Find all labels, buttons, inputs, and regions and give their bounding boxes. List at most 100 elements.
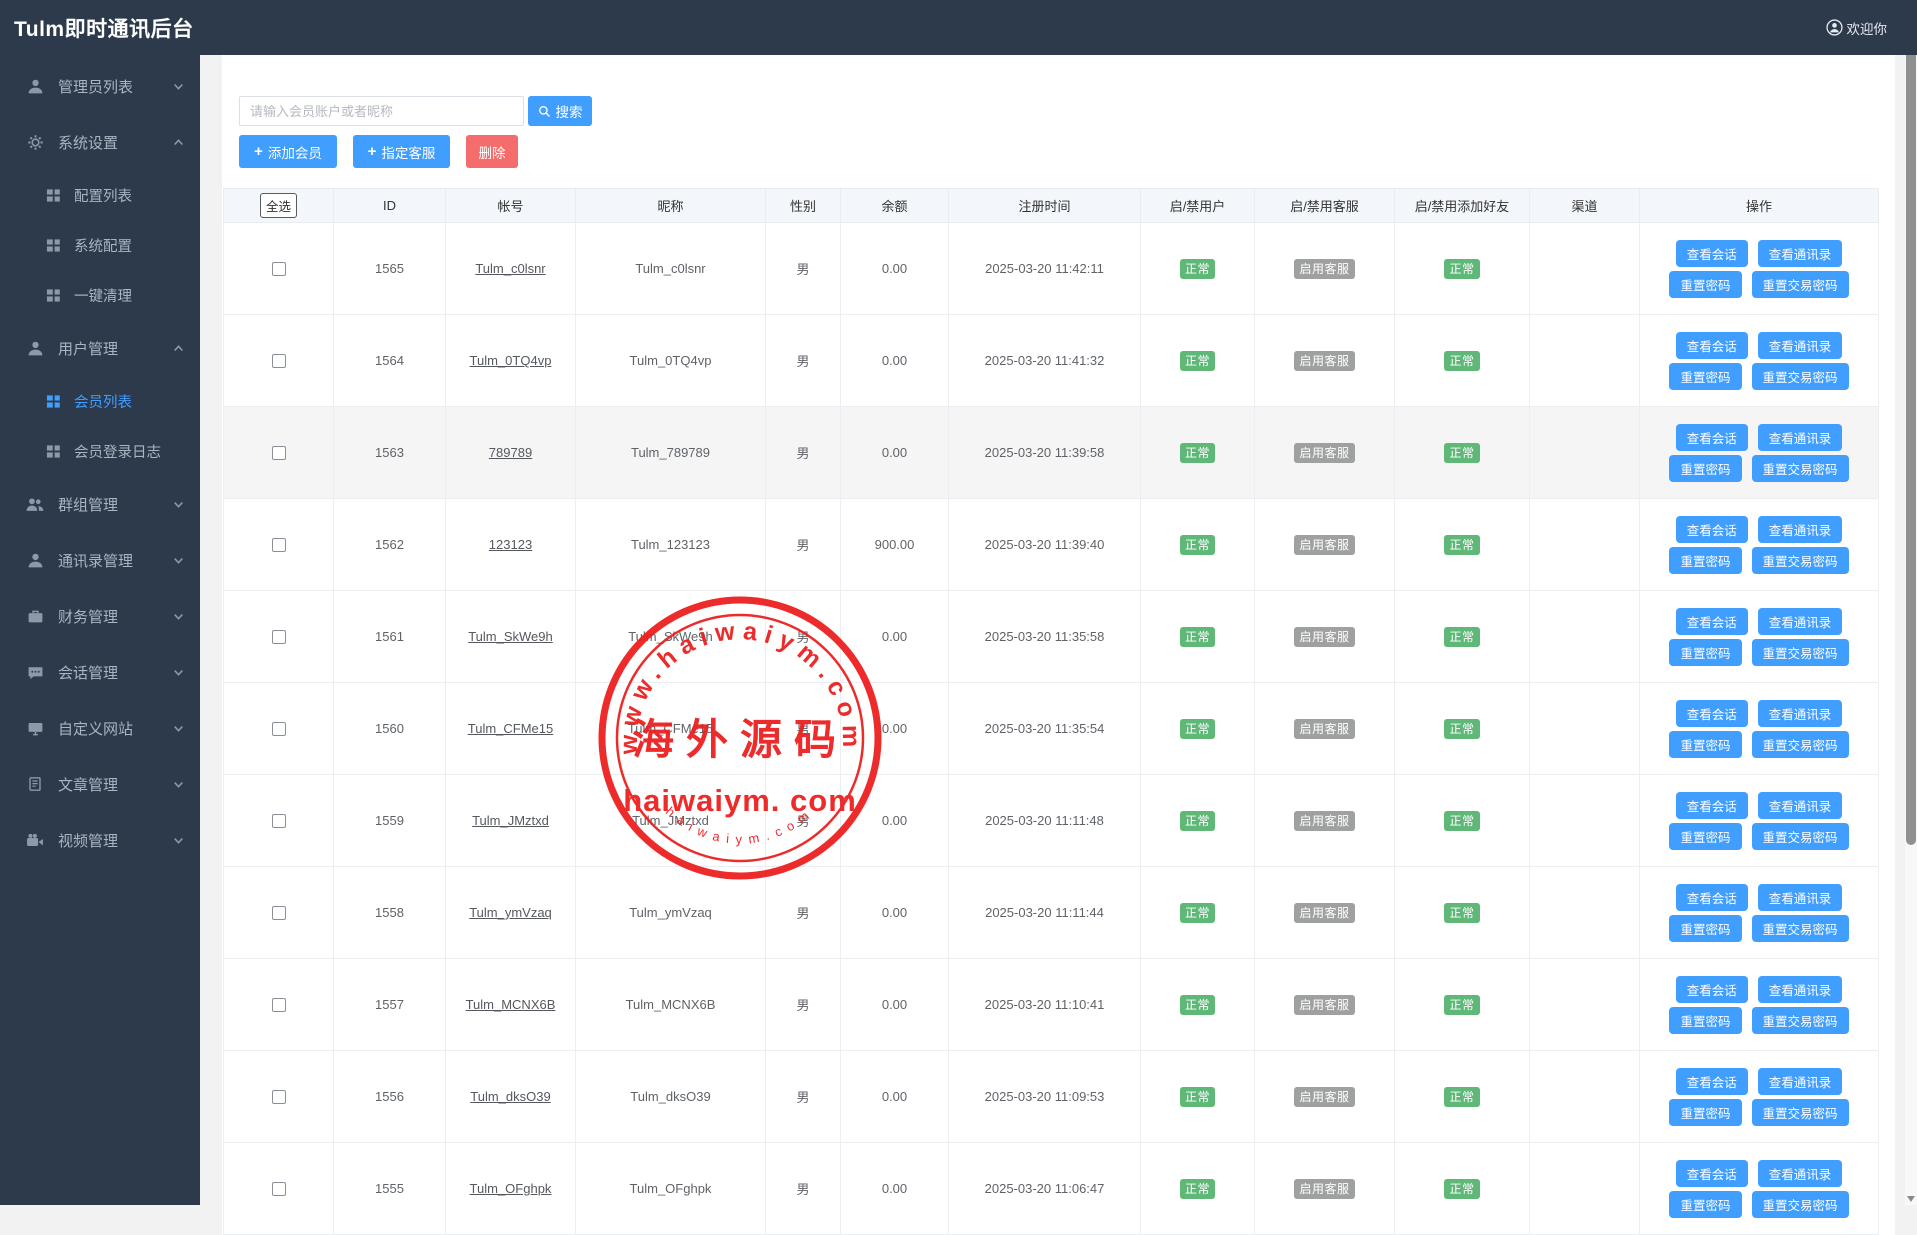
service-status-badge[interactable]: 启用客服	[1294, 259, 1354, 279]
row-checkbox[interactable]	[272, 538, 286, 552]
sidebar-item-5[interactable]: 用户管理	[0, 320, 200, 376]
view-session-button[interactable]: 查看会话	[1676, 424, 1748, 451]
reset-trade-password-button[interactable]: 重置交易密码	[1752, 547, 1849, 574]
view-contacts-button[interactable]: 查看通讯录	[1758, 1068, 1843, 1095]
account-link[interactable]: Tulm_ymVzaq	[469, 905, 552, 920]
service-status-badge[interactable]: 启用客服	[1294, 443, 1354, 463]
view-contacts-button[interactable]: 查看通讯录	[1758, 976, 1843, 1003]
service-status-badge[interactable]: 启用客服	[1294, 351, 1354, 371]
user-status-badge[interactable]: 正常	[1180, 535, 1215, 555]
view-contacts-button[interactable]: 查看通讯录	[1758, 332, 1843, 359]
scrollbar-thumb[interactable]	[1906, 55, 1916, 845]
view-session-button[interactable]: 查看会话	[1676, 332, 1748, 359]
friend-status-badge[interactable]: 正常	[1444, 995, 1479, 1015]
sidebar-item-11[interactable]: 会话管理	[0, 644, 200, 700]
user-status-badge[interactable]: 正常	[1180, 719, 1215, 739]
row-checkbox[interactable]	[272, 1090, 286, 1104]
friend-status-badge[interactable]: 正常	[1444, 259, 1479, 279]
view-contacts-button[interactable]: 查看通讯录	[1758, 240, 1843, 267]
view-contacts-button[interactable]: 查看通讯录	[1758, 700, 1843, 727]
service-status-badge[interactable]: 启用客服	[1294, 903, 1354, 923]
sidebar-item-3[interactable]: 系统配置	[0, 220, 200, 270]
friend-status-badge[interactable]: 正常	[1444, 1087, 1479, 1107]
delete-button[interactable]: 删除	[466, 135, 518, 168]
view-session-button[interactable]: 查看会话	[1676, 976, 1748, 1003]
search-input[interactable]	[239, 96, 524, 126]
row-checkbox[interactable]	[272, 354, 286, 368]
friend-status-badge[interactable]: 正常	[1444, 351, 1479, 371]
view-contacts-button[interactable]: 查看通讯录	[1758, 884, 1843, 911]
reset-trade-password-button[interactable]: 重置交易密码	[1752, 455, 1849, 482]
reset-trade-password-button[interactable]: 重置交易密码	[1752, 639, 1849, 666]
user-status-badge[interactable]: 正常	[1180, 443, 1215, 463]
view-session-button[interactable]: 查看会话	[1676, 608, 1748, 635]
reset-trade-password-button[interactable]: 重置交易密码	[1752, 271, 1849, 298]
view-session-button[interactable]: 查看会话	[1676, 700, 1748, 727]
reset-trade-password-button[interactable]: 重置交易密码	[1752, 363, 1849, 390]
service-status-badge[interactable]: 启用客服	[1294, 1087, 1354, 1107]
reset-password-button[interactable]: 重置密码	[1669, 363, 1741, 390]
account-link[interactable]: Tulm_MCNX6B	[466, 997, 556, 1012]
sidebar-item-10[interactable]: 财务管理	[0, 588, 200, 644]
user-status-badge[interactable]: 正常	[1180, 1179, 1215, 1199]
account-link[interactable]: Tulm_SkWe9h	[468, 629, 553, 644]
row-checkbox[interactable]	[272, 906, 286, 920]
user-status-badge[interactable]: 正常	[1180, 995, 1215, 1015]
account-link[interactable]: Tulm_0TQ4vp	[470, 353, 552, 368]
sidebar-item-8[interactable]: 群组管理	[0, 476, 200, 532]
friend-status-badge[interactable]: 正常	[1444, 443, 1479, 463]
friend-status-badge[interactable]: 正常	[1444, 535, 1479, 555]
account-link[interactable]: Tulm_CFMe15	[468, 721, 553, 736]
reset-password-button[interactable]: 重置密码	[1669, 1191, 1741, 1218]
reset-password-button[interactable]: 重置密码	[1669, 1007, 1741, 1034]
row-checkbox[interactable]	[272, 1182, 286, 1196]
reset-trade-password-button[interactable]: 重置交易密码	[1752, 731, 1849, 758]
row-checkbox[interactable]	[272, 262, 286, 276]
reset-trade-password-button[interactable]: 重置交易密码	[1752, 1007, 1849, 1034]
account-link[interactable]: 123123	[489, 537, 532, 552]
reset-password-button[interactable]: 重置密码	[1669, 455, 1741, 482]
sidebar-item-13[interactable]: 文章管理	[0, 756, 200, 812]
assign-support-button[interactable]: + 指定客服	[353, 135, 450, 168]
view-session-button[interactable]: 查看会话	[1676, 1068, 1748, 1095]
service-status-badge[interactable]: 启用客服	[1294, 627, 1354, 647]
user-status-badge[interactable]: 正常	[1180, 627, 1215, 647]
sidebar-item-7[interactable]: 会员登录日志	[0, 426, 200, 476]
view-contacts-button[interactable]: 查看通讯录	[1758, 516, 1843, 543]
search-button[interactable]: 搜索	[528, 96, 592, 126]
sidebar-item-2[interactable]: 配置列表	[0, 170, 200, 220]
sidebar-item-1[interactable]: 系统设置	[0, 114, 200, 170]
account-link[interactable]: Tulm_dksO39	[470, 1089, 550, 1104]
user-status-badge[interactable]: 正常	[1180, 811, 1215, 831]
reset-password-button[interactable]: 重置密码	[1669, 915, 1741, 942]
view-session-button[interactable]: 查看会话	[1676, 1160, 1748, 1187]
view-contacts-button[interactable]: 查看通讯录	[1758, 424, 1843, 451]
row-checkbox[interactable]	[272, 630, 286, 644]
user-status-badge[interactable]: 正常	[1180, 1087, 1215, 1107]
row-checkbox[interactable]	[272, 814, 286, 828]
sidebar-item-12[interactable]: 自定义网站	[0, 700, 200, 756]
sidebar-item-14[interactable]: 视频管理	[0, 812, 200, 868]
user-status-badge[interactable]: 正常	[1180, 351, 1215, 371]
scrollbar-down-arrow[interactable]	[1907, 1196, 1915, 1202]
friend-status-badge[interactable]: 正常	[1444, 719, 1479, 739]
account-link[interactable]: Tulm_JMztxd	[472, 813, 549, 828]
reset-password-button[interactable]: 重置密码	[1669, 1099, 1741, 1126]
view-session-button[interactable]: 查看会话	[1676, 884, 1748, 911]
view-session-button[interactable]: 查看会话	[1676, 240, 1748, 267]
select-all-button[interactable]: 全选	[260, 193, 297, 218]
account-link[interactable]: Tulm_c0lsnr	[475, 261, 545, 276]
row-checkbox[interactable]	[272, 998, 286, 1012]
sidebar-item-4[interactable]: 一键清理	[0, 270, 200, 320]
reset-trade-password-button[interactable]: 重置交易密码	[1752, 915, 1849, 942]
service-status-badge[interactable]: 启用客服	[1294, 535, 1354, 555]
add-member-button[interactable]: + 添加会员	[239, 135, 337, 168]
service-status-badge[interactable]: 启用客服	[1294, 1179, 1354, 1199]
service-status-badge[interactable]: 启用客服	[1294, 719, 1354, 739]
reset-password-button[interactable]: 重置密码	[1669, 547, 1741, 574]
view-contacts-button[interactable]: 查看通讯录	[1758, 792, 1843, 819]
view-contacts-button[interactable]: 查看通讯录	[1758, 608, 1843, 635]
reset-trade-password-button[interactable]: 重置交易密码	[1752, 1191, 1849, 1218]
user-status-badge[interactable]: 正常	[1180, 259, 1215, 279]
user-menu[interactable]: 欢迎你	[1826, 18, 1888, 38]
